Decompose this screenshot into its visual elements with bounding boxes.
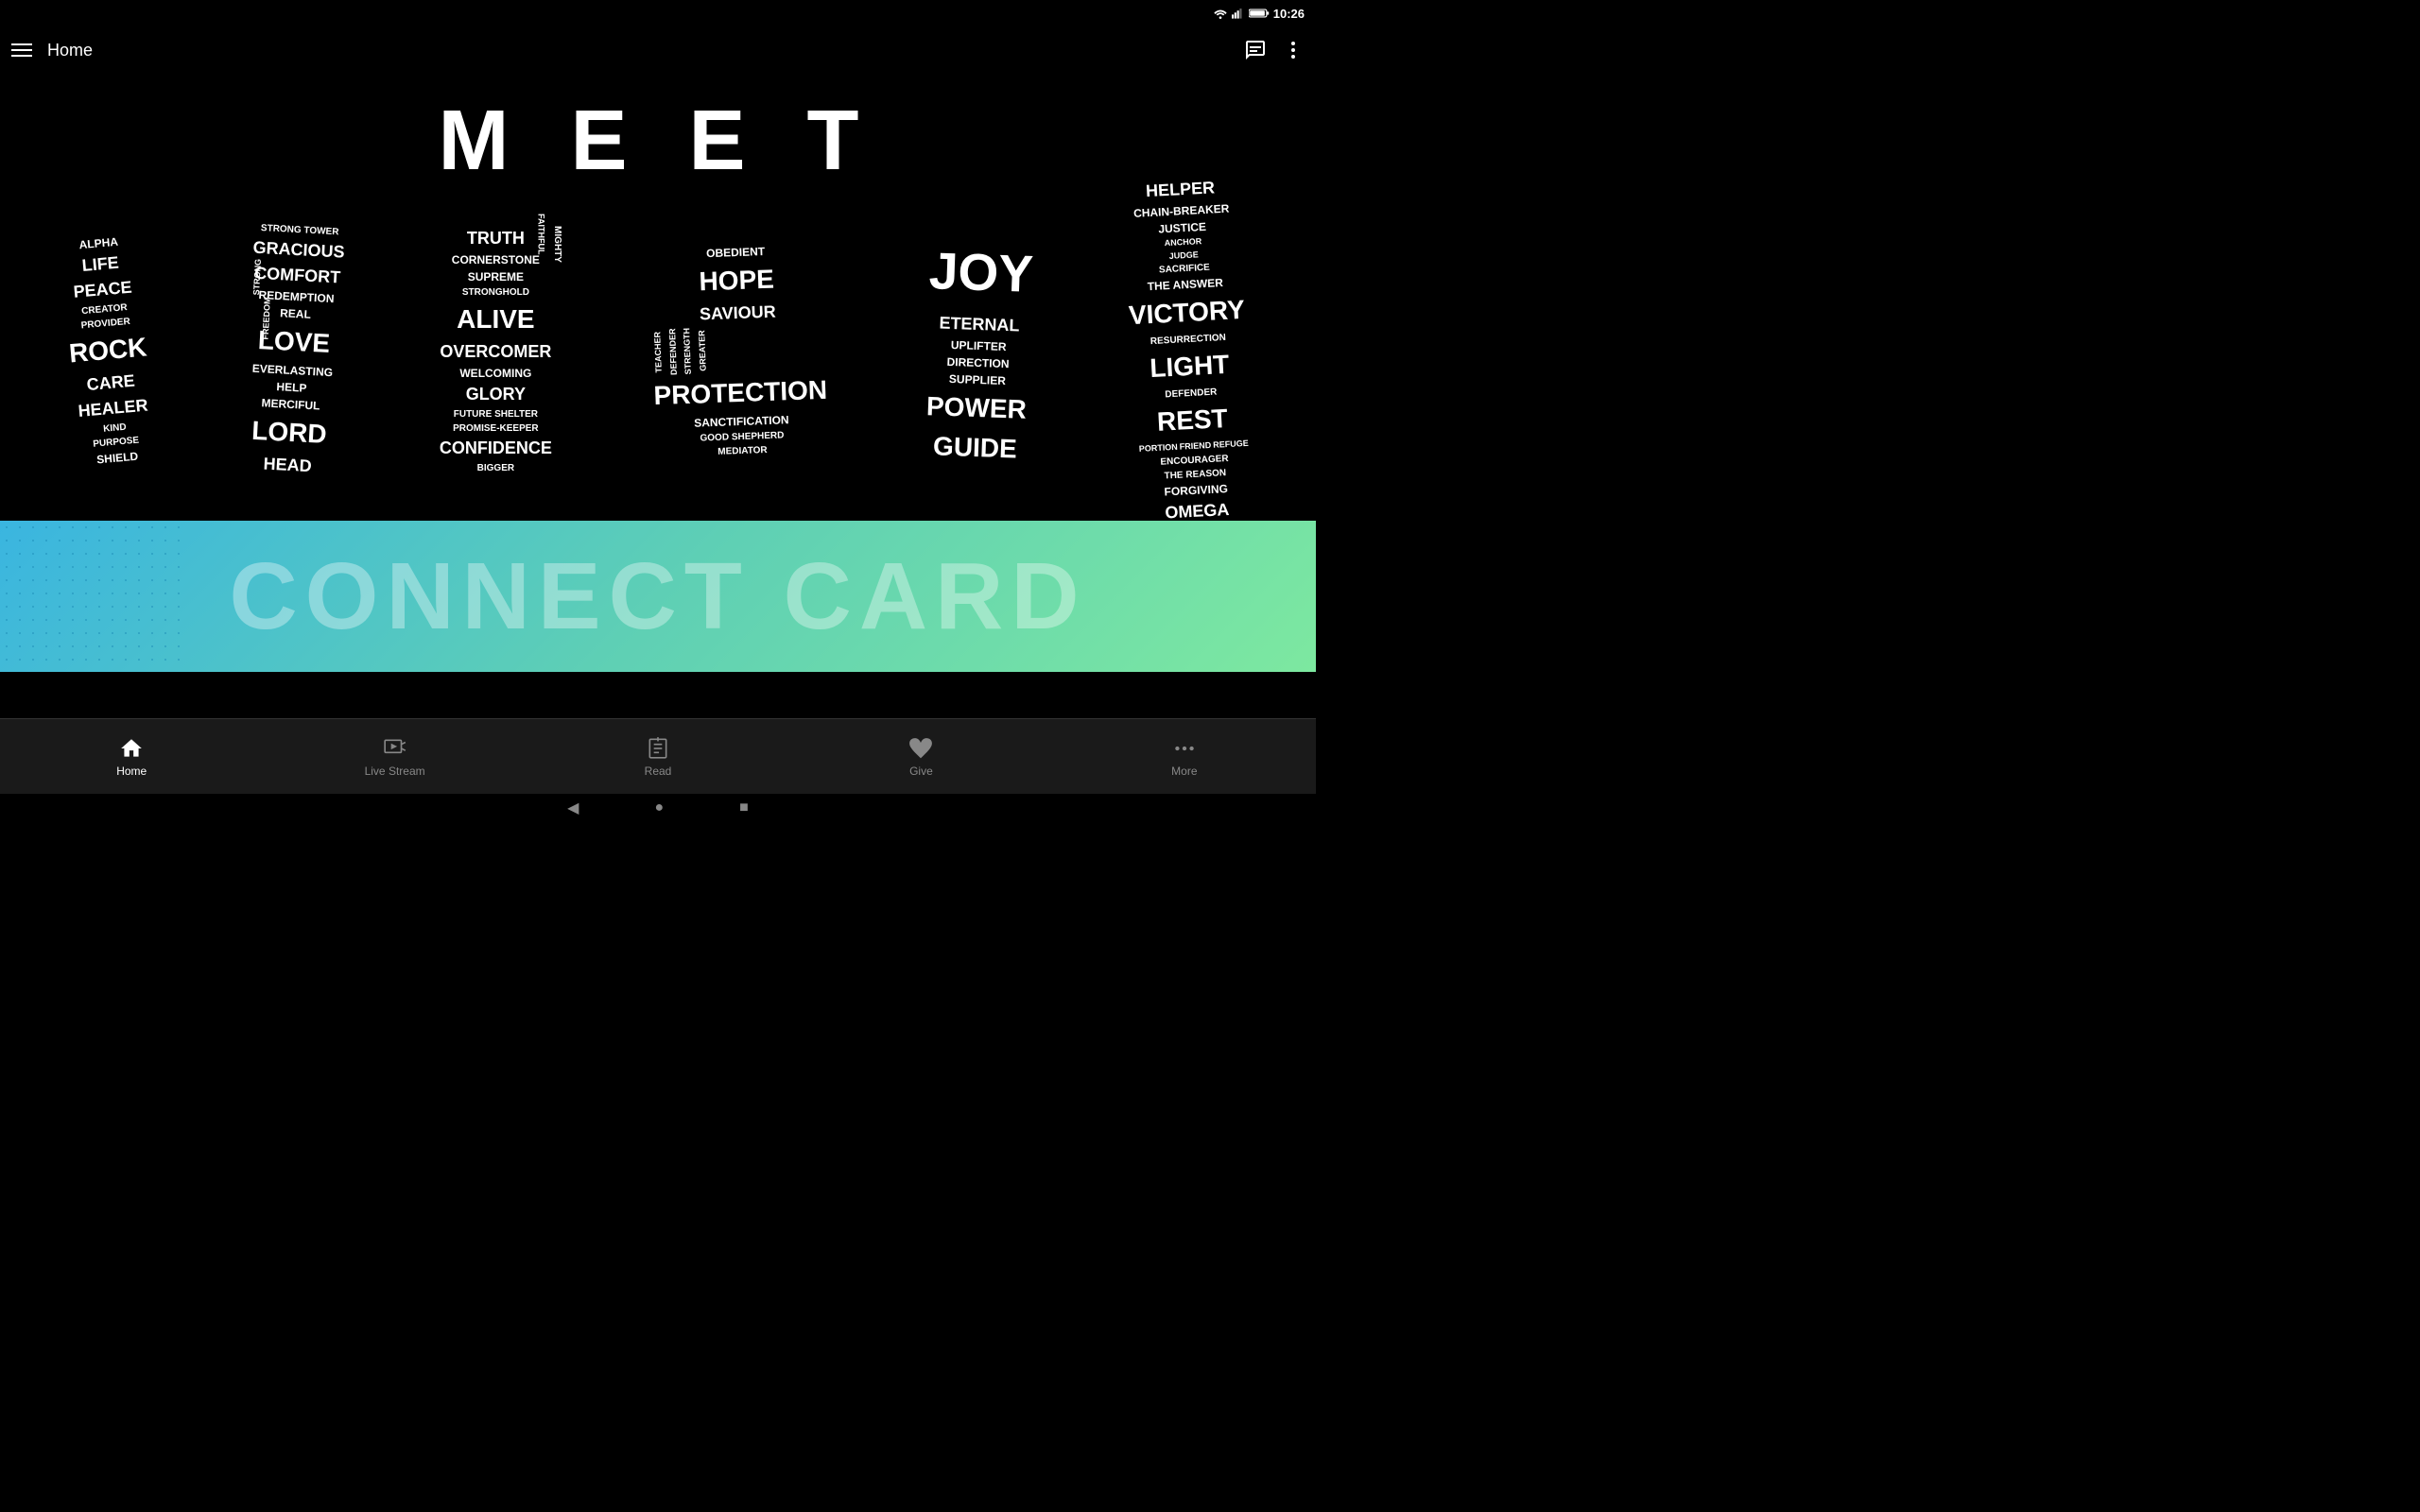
word-column-4: OBEDIENT HOPE SAVIOUR TEACHER DEFENDER S… bbox=[652, 199, 826, 502]
hamburger-menu-button[interactable] bbox=[11, 43, 32, 57]
word-column-1: ALPHA LIFE PEACE CREATOR PROVIDER ROCK C… bbox=[69, 199, 147, 502]
status-icons: 10:26 bbox=[1213, 7, 1305, 21]
chat-icon bbox=[1244, 39, 1267, 61]
connect-card-text: CONNECT CARD bbox=[229, 542, 1086, 651]
more-dots-icon bbox=[1172, 736, 1197, 761]
android-back-button[interactable]: ◀ bbox=[567, 799, 579, 817]
signal-icon bbox=[1232, 8, 1245, 19]
wifi-icon bbox=[1213, 8, 1228, 19]
nav-item-give[interactable]: Give bbox=[789, 736, 1052, 778]
word-cloud: ALPHA LIFE PEACE CREATOR PROVIDER ROCK C… bbox=[0, 199, 1316, 521]
meet-title: M E E T bbox=[0, 93, 1316, 190]
nav-item-live-stream[interactable]: Live Stream bbox=[263, 736, 526, 778]
give-icon bbox=[908, 736, 933, 761]
android-recent-button[interactable]: ■ bbox=[739, 799, 749, 816]
word-column-6: HELPER CHAIN-BREAKER JUSTICE ANCHOR JUDG… bbox=[1131, 199, 1247, 502]
home-icon bbox=[119, 736, 144, 761]
meet-section: M E E T bbox=[0, 74, 1316, 199]
more-options-button[interactable] bbox=[1282, 39, 1305, 61]
app-bar-title: Home bbox=[47, 41, 1244, 60]
read-icon bbox=[646, 736, 670, 761]
nav-label-give: Give bbox=[909, 765, 933, 778]
connect-section: CONNECT CARD bbox=[0, 521, 1316, 672]
status-time: 10:26 bbox=[1273, 7, 1305, 21]
app-bar: Home bbox=[0, 26, 1316, 74]
nav-label-home: Home bbox=[116, 765, 147, 778]
word-column-2: STRONG TOWER GRACIOUS COMFORT REDEMPTION… bbox=[248, 199, 339, 502]
battery-icon bbox=[1249, 8, 1270, 19]
android-home-button[interactable]: ● bbox=[654, 799, 664, 816]
word-column-3: TRUTH CORNERSTONE SUPREME FAITHFUL MIGHT… bbox=[440, 199, 552, 502]
nav-item-read[interactable]: Read bbox=[527, 736, 789, 778]
word-column-5: JOY ETERNAL UPLIFTER DIRECTION SUPPLIER … bbox=[926, 199, 1030, 502]
nav-label-read: Read bbox=[645, 765, 672, 778]
chat-button[interactable] bbox=[1244, 39, 1267, 61]
nav-label-live-stream: Live Stream bbox=[365, 765, 425, 778]
nav-label-more: More bbox=[1171, 765, 1197, 778]
main-content: M E E T ALPHA LIFE PEACE CREATOR PROVIDE… bbox=[0, 74, 1316, 718]
bottom-navigation: Home Live Stream Read Give bbox=[0, 718, 1316, 794]
connect-dots-decoration bbox=[0, 521, 189, 672]
nav-item-home[interactable]: Home bbox=[0, 736, 263, 778]
more-vertical-icon bbox=[1282, 39, 1305, 61]
status-bar: 10:26 bbox=[0, 0, 1316, 26]
app-bar-actions bbox=[1244, 39, 1305, 61]
nav-item-more[interactable]: More bbox=[1053, 736, 1316, 778]
android-nav-bar: ◀ ● ■ bbox=[0, 794, 1316, 822]
live-stream-icon bbox=[383, 736, 407, 761]
